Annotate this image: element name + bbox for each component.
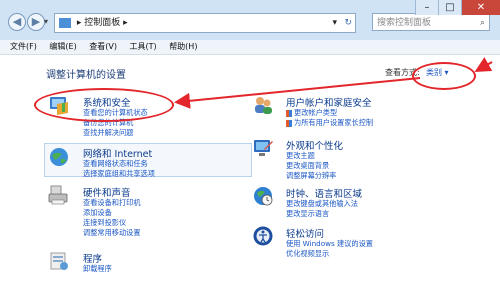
arrow-to-system-security (174, 77, 421, 109)
arrow-to-view-by (474, 57, 493, 72)
annotation-arrows (174, 57, 493, 109)
